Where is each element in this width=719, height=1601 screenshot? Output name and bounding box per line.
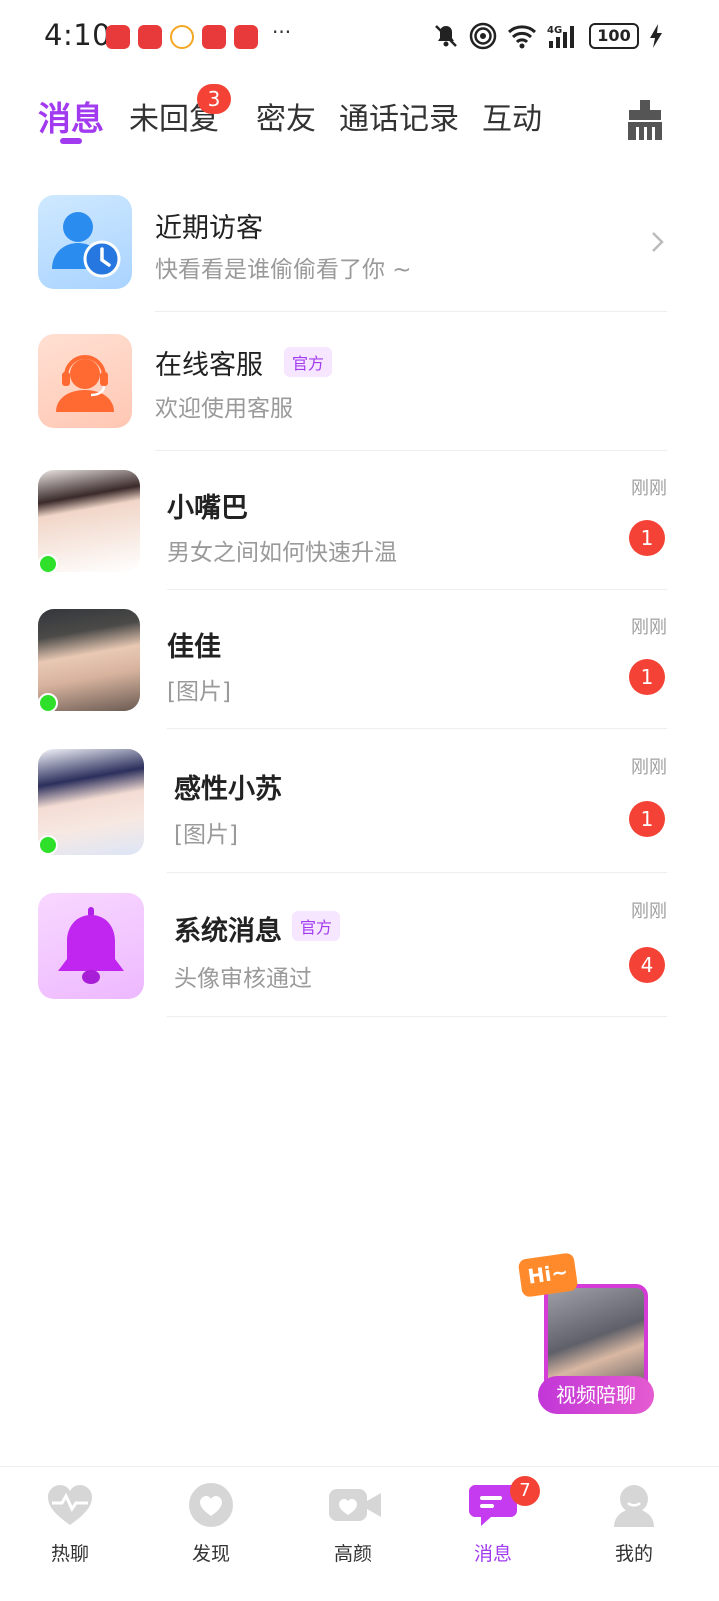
row-subtitle: 头像审核通过 [174,966,312,992]
mute-icon [433,23,459,49]
online-status-dot [38,554,58,574]
tab-messages[interactable]: 消息 [38,92,104,140]
list-item-chat-jiajia[interactable]: 佳佳 [图片] 刚刚 1 [0,609,719,729]
row-title: 感性小苏 [174,774,282,805]
system-icons: 4G 100 [433,22,663,50]
tab-call-records[interactable]: 通话记录 [339,94,459,138]
nav-label: 高颜 [333,1543,372,1565]
video-heart-icon [327,1479,381,1531]
row-subtitle: [图片] [174,822,238,848]
bottom-navigation: 热聊 发现 高颜 消息 我的 [0,1466,719,1601]
status-bar: 4:10 ··· 4G 100 [0,0,719,72]
video-chat-button[interactable]: 视频陪聊 [538,1376,654,1414]
official-tag: 官方 [292,911,341,941]
signal-4g-icon: 4G [547,23,579,49]
messages-nav-badge: 7 [510,1476,540,1506]
unread-count-badge: 4 [629,947,665,983]
row-subtitle: [图片] [167,679,231,705]
message-time: 刚刚 [631,757,667,778]
bell-icon [38,893,144,999]
unreplied-badge: 3 [197,84,231,114]
nav-label: 热聊 [50,1543,89,1565]
list-item-system-messages[interactable]: 系统消息 官方 头像审核通过 刚刚 4 [0,893,719,1017]
notification-app-icon [106,25,130,49]
unread-count-badge: 1 [629,520,665,556]
row-title: 在线客服 [155,350,263,381]
list-item-recent-visitors[interactable]: 近期访客 快看看是谁偷偷看了你 ~ [0,194,719,314]
nav-item-hot-chat[interactable]: 热聊 [20,1479,120,1566]
tab-close-friends[interactable]: 密友 [256,94,316,138]
nav-label: 我的 [614,1543,653,1565]
huawei-app-icon [138,25,162,49]
charging-icon [649,24,663,48]
weibo-app-icon [170,25,194,49]
row-title: 佳佳 [167,632,221,663]
divider [167,1016,667,1017]
message-tabs: 消息 未回复 密友 通话记录 互动 [0,86,719,146]
list-item-chat-xiaozuiba[interactable]: 小嘴巴 男女之间如何快速升温 刚刚 1 [0,470,719,590]
online-status-dot [38,693,58,713]
message-time: 刚刚 [631,901,667,922]
row-title: 系统消息 [174,916,282,947]
divider [167,589,667,590]
chevron-right-icon [650,230,666,258]
heart-pulse-icon [44,1479,96,1531]
divider [167,728,667,729]
row-title: 小嘴巴 [167,493,248,524]
official-tag: 官方 [284,347,333,377]
video-chat-float-widget[interactable]: Hi~ 视频陪聊 [517,1252,660,1416]
game-app-icon [234,25,258,49]
broom-icon[interactable] [626,100,664,144]
profile-icon [608,1479,660,1531]
wifi-icon [507,23,537,49]
tab-interactions[interactable]: 互动 [482,94,542,138]
message-time: 刚刚 [631,478,667,499]
row-subtitle: 快看看是谁偷偷看了你 ~ [155,257,412,283]
nav-item-discover[interactable]: 发现 [161,1479,261,1566]
svg-text:4G: 4G [547,25,562,36]
divider [167,872,667,873]
hi-bubble: Hi~ [517,1252,579,1298]
message-time: 刚刚 [631,617,667,638]
visitor-clock-icon [38,195,132,289]
row-subtitle: 欢迎使用客服 [155,396,293,422]
active-tab-indicator [60,138,82,144]
online-status-dot [38,835,58,855]
row-subtitle: 男女之间如何快速升温 [167,540,397,566]
nav-label: 发现 [191,1543,230,1565]
huawei-app-icon-2 [202,25,226,49]
more-notifications-icon: ··· [272,20,292,44]
nav-label: 消息 [473,1543,512,1565]
unread-count-badge: 1 [629,801,665,837]
notification-app-icons: ··· [106,20,291,49]
nav-item-mine[interactable]: 我的 [584,1479,684,1566]
list-item-customer-service[interactable]: 在线客服 官方 欢迎使用客服 [0,333,719,453]
row-title: 近期访客 [155,213,263,244]
battery-icon: 100 [589,23,639,49]
unread-count-badge: 1 [629,659,665,695]
divider [155,311,667,312]
list-item-chat-ganxingxiaosu[interactable]: 感性小苏 [图片] 刚刚 1 [0,749,719,873]
hotspot-icon [469,22,497,50]
clock-time: 4:10 [44,18,112,52]
headset-service-icon [38,334,132,428]
heart-circle-icon [185,1479,237,1531]
divider [155,450,667,451]
nav-item-high-looks[interactable]: 高颜 [303,1479,403,1566]
